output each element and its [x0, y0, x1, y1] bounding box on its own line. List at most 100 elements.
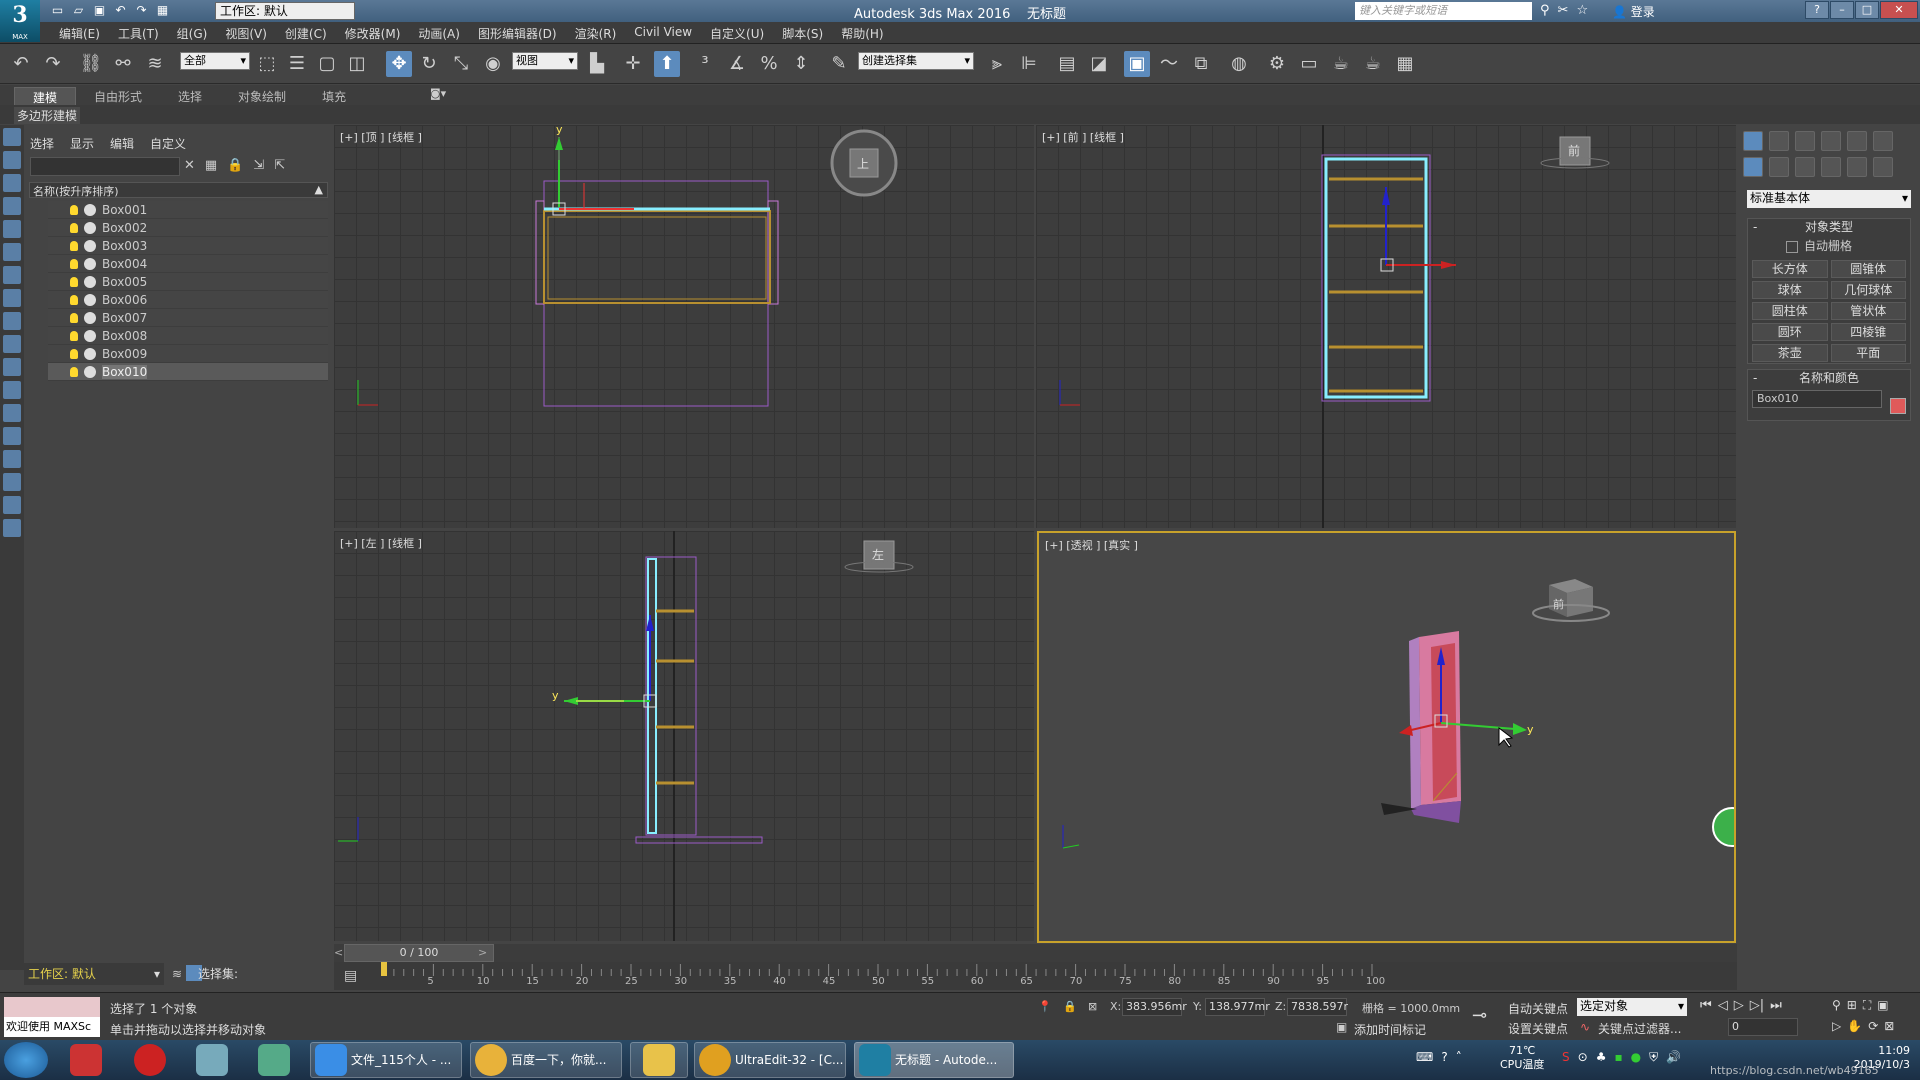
curve-editor-icon[interactable]: 〜	[1156, 51, 1182, 77]
menu-item-3[interactable]: 视图(V)	[216, 25, 276, 42]
layer-icon[interactable]: ≋	[172, 967, 182, 981]
toggle-ribbon-icon[interactable]: ◪	[1086, 51, 1112, 77]
select-place-icon[interactable]: ◉	[480, 51, 506, 77]
object-type-button-1[interactable]: 圆锥体	[1830, 260, 1906, 278]
rect-selection-icon[interactable]: ▢	[314, 51, 340, 77]
viewcube-front-face[interactable]: 前	[1568, 143, 1580, 158]
keyboard-icon[interactable]: ⌨	[1416, 1050, 1433, 1064]
visibility-bulb-icon[interactable]	[70, 294, 78, 305]
invert-display-icon[interactable]	[3, 450, 21, 468]
object-type-button-4[interactable]: 圆柱体	[1752, 302, 1828, 320]
sogou-icon[interactable]: S	[1562, 1050, 1570, 1065]
primitive-category-dropdown[interactable]: 标准基本体	[1747, 190, 1911, 208]
display-cameras-icon[interactable]	[3, 197, 21, 215]
display-containers-icon[interactable]	[3, 335, 21, 353]
menu-item-7[interactable]: 图形编辑器(D)	[469, 25, 566, 42]
auto-key-button[interactable]: 自动关键点	[1508, 1000, 1568, 1017]
visibility-bulb-icon[interactable]	[70, 330, 78, 341]
schematic-view-icon[interactable]: ⧉	[1188, 51, 1214, 77]
visibility-bulb-icon[interactable]	[70, 312, 78, 323]
display-bones-icon[interactable]	[3, 312, 21, 330]
menu-item-6[interactable]: 动画(A)	[409, 25, 469, 42]
menu-item-5[interactable]: 修改器(M)	[336, 25, 410, 42]
material-editor-icon[interactable]: ◍	[1226, 51, 1252, 77]
help-icon[interactable]: ?	[1805, 1, 1829, 19]
polygon-modeling-label[interactable]: 多边形建模	[14, 107, 81, 124]
display-groups-icon[interactable]	[3, 266, 21, 284]
next-frame-icon[interactable]: >	[478, 946, 487, 959]
spinner-snap-icon[interactable]: ⇕	[788, 51, 814, 77]
viewport-top[interactable]: [+] [顶 ] [线框 ] y 上	[334, 125, 1034, 528]
helpers-icon[interactable]	[1847, 157, 1867, 177]
list-item[interactable]: Box009	[48, 345, 328, 363]
maxscript-listener[interactable]: 欢迎使用 MAXSc	[4, 1017, 100, 1037]
name-color-header[interactable]: 名称和颜色	[1748, 370, 1910, 386]
scene-menu-item-0[interactable]: 选择	[30, 135, 54, 152]
maximize-button[interactable]: □	[1855, 1, 1879, 19]
play-icon[interactable]: ▷	[1734, 998, 1744, 1013]
bind-spacewarp-icon[interactable]: ≋	[142, 51, 168, 77]
mini-curve-editor-icon[interactable]: ▤	[344, 968, 357, 984]
login-button[interactable]: 👤 登录	[1612, 3, 1655, 20]
snaps-toggle-icon[interactable]: ³	[692, 51, 718, 77]
app-logo[interactable]: 3 MAX	[0, 0, 40, 42]
set-key-icon[interactable]: ⊸	[1472, 1005, 1487, 1026]
maxscript-listener-top[interactable]	[4, 997, 100, 1017]
display-shapes-icon[interactable]	[3, 151, 21, 169]
geometry-icon[interactable]	[1743, 157, 1763, 177]
time-tag-icon[interactable]: ▣	[1336, 1020, 1347, 1034]
scene-menu-item-3[interactable]: 自定义	[150, 135, 186, 152]
browser-pin-icon[interactable]	[70, 1044, 102, 1076]
pivot-center-icon[interactable]: ▙	[584, 51, 610, 77]
viewport-front[interactable]: [+] [前 ] [线框 ] 前	[1036, 125, 1736, 528]
workspace-dropdown-bottom[interactable]: 工作区: 默认	[24, 963, 164, 985]
tray-chevron-icon[interactable]: ˄	[1456, 1050, 1462, 1064]
visibility-bulb-icon[interactable]	[70, 204, 78, 215]
list-item[interactable]: Box002	[48, 219, 328, 237]
absolute-mode-icon[interactable]: ⊠	[1088, 1000, 1097, 1013]
network-icon[interactable]: ⊙	[1578, 1050, 1588, 1065]
orbit-icon[interactable]: ⟳	[1868, 1019, 1878, 1033]
ribbon-options-icon[interactable]: ◙▾	[430, 87, 446, 100]
visibility-bulb-icon[interactable]	[70, 276, 78, 287]
unlink-icon[interactable]: ⚯	[110, 51, 136, 77]
search-input[interactable]: 键入关键字或短语	[1355, 2, 1532, 20]
menu-item-2[interactable]: 组(G)	[168, 25, 217, 42]
minimize-button[interactable]: –	[1830, 1, 1854, 19]
prev-key-icon[interactable]: ◁	[1718, 998, 1728, 1013]
menu-item-1[interactable]: 工具(T)	[109, 25, 168, 42]
taskbar-item-browser[interactable]: 百度一下，你就...	[470, 1042, 622, 1078]
menu-item-4[interactable]: 创建(C)	[276, 25, 336, 42]
select-children-icon[interactable]: ⇲	[253, 158, 264, 173]
x-coordinate-field[interactable]: 383.956mr	[1122, 998, 1187, 1016]
close-button[interactable]: ✕	[1880, 1, 1918, 19]
viewcube-persp-face[interactable]: 前	[1553, 597, 1564, 611]
list-item[interactable]: Box001	[48, 201, 328, 219]
select-by-name-icon[interactable]: ☰	[284, 51, 310, 77]
object-type-button-2[interactable]: 球体	[1752, 281, 1828, 299]
viewport-left[interactable]: [+] [左 ] [线框 ] y 左	[334, 531, 1034, 941]
add-time-tag[interactable]: 添加时间标记	[1354, 1021, 1426, 1038]
calculator-pin-icon[interactable]	[258, 1044, 290, 1076]
modify-tab-icon[interactable]	[1769, 131, 1789, 151]
menu-item-9[interactable]: Civil View	[625, 25, 701, 42]
time-slider[interactable]: 0 / 100	[344, 944, 494, 962]
visibility-bulb-icon[interactable]	[70, 348, 78, 359]
current-frame-field[interactable]: 0	[1728, 1018, 1798, 1036]
named-selection-sets-dropdown[interactable]: 创建选择集	[858, 52, 974, 70]
select-dependents-icon[interactable]: ⇱	[274, 158, 285, 173]
lock-icon[interactable]: 🔒	[227, 158, 243, 173]
render-setup-icon[interactable]: ⚙	[1264, 51, 1290, 77]
prev-frame-icon[interactable]: <	[334, 946, 343, 959]
menu-item-0[interactable]: 编辑(E)	[50, 25, 109, 42]
min-max-toggle-icon[interactable]: ⊠	[1884, 1019, 1894, 1033]
fov-icon[interactable]: ▷	[1832, 1019, 1841, 1033]
align-icon[interactable]: ⊫	[1016, 51, 1042, 77]
column-header-name[interactable]: 名称(按升序排序) ▲	[29, 182, 328, 198]
autogrid-checkbox[interactable]: 自动栅格	[1748, 235, 1910, 256]
selection-lock-icon[interactable]: 🔒	[1063, 1000, 1077, 1013]
list-item[interactable]: Box006	[48, 291, 328, 309]
menu-item-12[interactable]: 帮助(H)	[832, 25, 892, 42]
undo-icon[interactable]: ↶	[8, 51, 34, 77]
visibility-bulb-icon[interactable]	[70, 366, 78, 377]
